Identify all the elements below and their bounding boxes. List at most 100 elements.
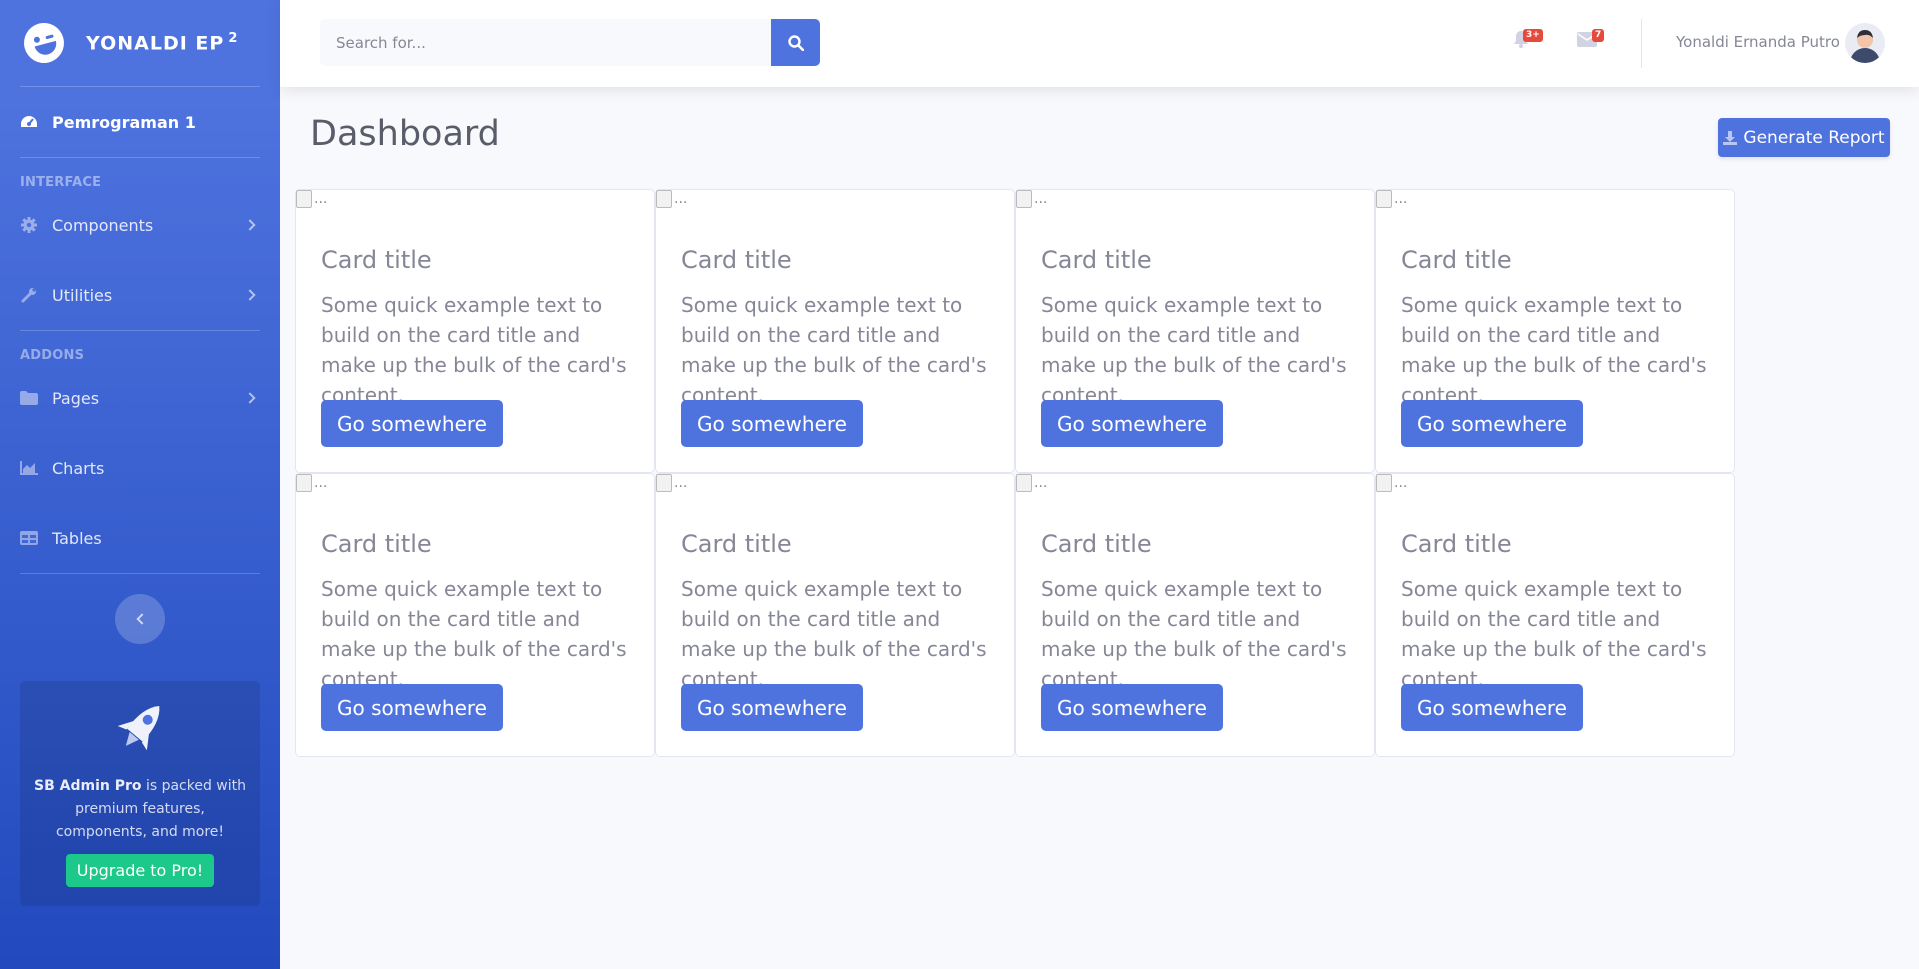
go-somewhere-button[interactable]: Go somewhere — [1041, 684, 1223, 731]
sidebar-item-components[interactable]: Components — [0, 190, 280, 260]
card-text: Some quick example text to build on the … — [1041, 293, 1347, 407]
search-bar — [320, 19, 820, 66]
card-text: Some quick example text to build on the … — [1401, 293, 1707, 407]
card: ... Card title Some quick example text t… — [1015, 189, 1375, 473]
generate-report-button[interactable]: Generate Report — [1718, 118, 1890, 157]
card-image-alt: ... — [1034, 475, 1048, 491]
sidebar-heading-interface: INTERFACE — [20, 175, 102, 190]
sidebar-brand[interactable]: YONALDI EP 2 — [0, 0, 280, 86]
sidebar-item-charts[interactable]: Charts — [0, 433, 280, 503]
card-image-alt: ... — [1394, 191, 1408, 207]
sidebar-item-pemrograman[interactable]: Pemrograman 1 — [0, 87, 280, 157]
sidebar-promo-card: SB Admin Pro is packed with premium feat… — [20, 681, 260, 906]
alerts-dropdown[interactable]: 3+ — [1513, 29, 1543, 52]
rocket-icon — [117, 706, 160, 751]
card-image-alt: ... — [314, 191, 328, 207]
sidebar-heading-addons: ADDONS — [20, 348, 85, 363]
card-image-alt: ... — [1394, 475, 1408, 491]
broken-image-icon — [1016, 474, 1032, 492]
card-title: Card title — [321, 246, 432, 274]
go-somewhere-button[interactable]: Go somewhere — [321, 684, 503, 731]
card-text: Some quick example text to build on the … — [1041, 577, 1347, 691]
messages-badge: 7 — [1592, 29, 1605, 42]
folder-icon — [20, 390, 38, 406]
sidebar-divider — [20, 573, 260, 574]
sidebar-item-label: Charts — [52, 458, 105, 478]
card-title: Card title — [321, 530, 432, 558]
card-image: ... — [1376, 190, 1407, 208]
card-image: ... — [1376, 474, 1407, 492]
page-title: Dashboard — [310, 114, 500, 154]
download-icon — [1723, 130, 1738, 145]
promo-text: SB Admin Pro is packed with premium feat… — [20, 775, 260, 844]
card-image-alt: ... — [1034, 191, 1048, 207]
sidebar-item-tables[interactable]: Tables — [0, 503, 280, 573]
promo-strong: SB Admin Pro — [34, 778, 142, 794]
card-title: Card title — [1041, 530, 1152, 558]
card-title: Card title — [1041, 246, 1152, 274]
card-text: Some quick example text to build on the … — [1401, 577, 1707, 691]
search-input[interactable] — [320, 19, 771, 66]
chevron-right-icon — [244, 289, 256, 301]
broken-image-icon — [296, 190, 312, 208]
brand-name: YONALDI EP 2 — [86, 31, 239, 55]
card-text: Some quick example text to build on the … — [681, 293, 987, 407]
sidebar-item-label: Utilities — [52, 285, 113, 305]
card: ... Card title Some quick example text t… — [655, 189, 1015, 473]
broken-image-icon — [656, 474, 672, 492]
avatar[interactable] — [1845, 23, 1885, 63]
sidebar-item-pages[interactable]: Pages — [0, 363, 280, 433]
go-somewhere-button[interactable]: Go somewhere — [321, 400, 503, 447]
card-image: ... — [296, 190, 327, 208]
card-image: ... — [1016, 190, 1047, 208]
user-name[interactable]: Yonaldi Ernanda Putro — [1676, 33, 1840, 51]
card-title: Card title — [681, 246, 792, 274]
broken-image-icon — [656, 190, 672, 208]
topbar: 3+ 7 Yonaldi Ernanda Putro — [280, 0, 1919, 87]
chevron-right-icon — [244, 219, 256, 231]
card: ... Card title Some quick example text t… — [1375, 473, 1735, 757]
brand-sup: 2 — [228, 31, 239, 47]
card-text: Some quick example text to build on the … — [321, 293, 627, 407]
chevron-right-icon — [244, 392, 256, 404]
broken-image-icon — [1376, 190, 1392, 208]
search-button[interactable] — [771, 19, 820, 66]
laugh-wink-icon — [19, 18, 69, 68]
card-title: Card title — [1401, 530, 1512, 558]
card-image: ... — [296, 474, 327, 492]
card-title: Card title — [1401, 246, 1512, 274]
broken-image-icon — [1016, 190, 1032, 208]
sidebar-item-label: Pages — [52, 388, 100, 408]
card-text: Some quick example text to build on the … — [321, 577, 627, 691]
chevron-left-icon — [136, 613, 148, 625]
card-image: ... — [656, 190, 687, 208]
broken-image-icon — [1376, 474, 1392, 492]
card-text: Some quick example text to build on the … — [681, 577, 987, 691]
wrench-icon — [20, 287, 38, 303]
chart-area-icon — [20, 460, 38, 476]
tachometer-icon — [20, 114, 38, 130]
card-title: Card title — [681, 530, 792, 558]
alerts-badge: 3+ — [1523, 29, 1543, 42]
sidebar-toggle-button[interactable] — [115, 594, 165, 644]
card: ... Card title Some quick example text t… — [1015, 473, 1375, 757]
go-somewhere-button[interactable]: Go somewhere — [681, 684, 863, 731]
go-somewhere-button[interactable]: Go somewhere — [1401, 684, 1583, 731]
go-somewhere-button[interactable]: Go somewhere — [1041, 400, 1223, 447]
card: ... Card title Some quick example text t… — [1375, 189, 1735, 473]
sidebar-item-label: Tables — [52, 528, 102, 548]
upgrade-button[interactable]: Upgrade to Pro! — [65, 854, 215, 887]
card-image: ... — [1016, 474, 1047, 492]
sidebar: YONALDI EP 2 Pemrograman 1 INTERFACE Comp… — [0, 0, 280, 969]
go-somewhere-button[interactable]: Go somewhere — [1401, 400, 1583, 447]
generate-report-label: Generate Report — [1743, 127, 1885, 148]
card-image-alt: ... — [674, 475, 688, 491]
go-somewhere-button[interactable]: Go somewhere — [681, 400, 863, 447]
sidebar-item-label: Components — [52, 215, 154, 235]
card-image-alt: ... — [314, 475, 328, 491]
card-image-alt: ... — [674, 191, 688, 207]
sidebar-item-utilities[interactable]: Utilities — [0, 260, 280, 330]
card: ... Card title Some quick example text t… — [295, 473, 655, 757]
card-image: ... — [656, 474, 687, 492]
messages-dropdown[interactable]: 7 — [1577, 29, 1605, 51]
